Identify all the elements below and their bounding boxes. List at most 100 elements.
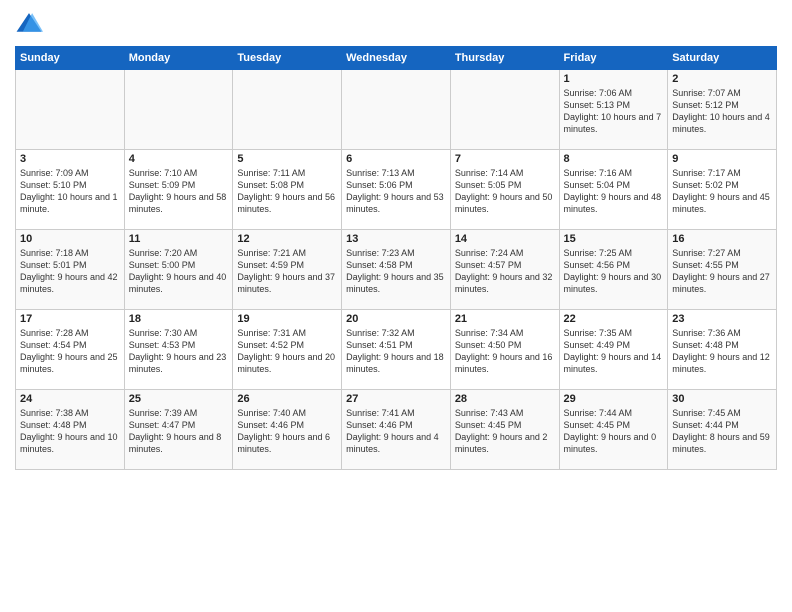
cell-info: Sunrise: 7:45 AM Sunset: 4:44 PM Dayligh… xyxy=(672,407,772,456)
calendar-cell: 9 Sunrise: 7:17 AM Sunset: 5:02 PM Daylig… xyxy=(668,150,777,230)
calendar-week-row: 1 Sunrise: 7:06 AM Sunset: 5:13 PM Daylig… xyxy=(16,70,777,150)
calendar-cell: 3 Sunrise: 7:09 AM Sunset: 5:10 PM Daylig… xyxy=(16,150,125,230)
calendar-cell: 7 Sunrise: 7:14 AM Sunset: 5:05 PM Daylig… xyxy=(450,150,559,230)
cell-info: Sunrise: 7:36 AM Sunset: 4:48 PM Dayligh… xyxy=(672,327,772,376)
calendar-table: SundayMondayTuesdayWednesdayThursdayFrid… xyxy=(15,46,777,470)
cell-day-number: 24 xyxy=(20,393,120,405)
calendar-header-thursday: Thursday xyxy=(450,47,559,70)
cell-info: Sunrise: 7:27 AM Sunset: 4:55 PM Dayligh… xyxy=(672,247,772,296)
calendar-cell: 4 Sunrise: 7:10 AM Sunset: 5:09 PM Daylig… xyxy=(124,150,233,230)
cell-info: Sunrise: 7:23 AM Sunset: 4:58 PM Dayligh… xyxy=(346,247,446,296)
cell-info: Sunrise: 7:20 AM Sunset: 5:00 PM Dayligh… xyxy=(129,247,229,296)
cell-day-number: 20 xyxy=(346,313,446,325)
calendar-cell: 11 Sunrise: 7:20 AM Sunset: 5:00 PM Dayli… xyxy=(124,230,233,310)
calendar-cell: 6 Sunrise: 7:13 AM Sunset: 5:06 PM Daylig… xyxy=(342,150,451,230)
cell-info: Sunrise: 7:31 AM Sunset: 4:52 PM Dayligh… xyxy=(237,327,337,376)
cell-day-number: 10 xyxy=(20,233,120,245)
cell-info: Sunrise: 7:34 AM Sunset: 4:50 PM Dayligh… xyxy=(455,327,555,376)
calendar-cell xyxy=(342,70,451,150)
calendar-cell xyxy=(233,70,342,150)
logo xyxy=(15,10,47,38)
cell-info: Sunrise: 7:18 AM Sunset: 5:01 PM Dayligh… xyxy=(20,247,120,296)
cell-info: Sunrise: 7:09 AM Sunset: 5:10 PM Dayligh… xyxy=(20,167,120,216)
calendar-cell xyxy=(450,70,559,150)
calendar-cell: 15 Sunrise: 7:25 AM Sunset: 4:56 PM Dayli… xyxy=(559,230,668,310)
cell-day-number: 25 xyxy=(129,393,229,405)
cell-day-number: 19 xyxy=(237,313,337,325)
cell-day-number: 11 xyxy=(129,233,229,245)
calendar-cell: 22Sunrise: 7:35 AM Sunset: 4:49 PM Dayli… xyxy=(559,310,668,390)
cell-day-number: 23 xyxy=(672,313,772,325)
cell-info: Sunrise: 7:25 AM Sunset: 4:56 PM Dayligh… xyxy=(564,247,664,296)
calendar-header-monday: Monday xyxy=(124,47,233,70)
calendar-cell: 12 Sunrise: 7:21 AM Sunset: 4:59 PM Dayli… xyxy=(233,230,342,310)
cell-info: Sunrise: 7:13 AM Sunset: 5:06 PM Dayligh… xyxy=(346,167,446,216)
calendar-header-friday: Friday xyxy=(559,47,668,70)
calendar-cell: 2 Sunrise: 7:07 AM Sunset: 5:12 PM Daylig… xyxy=(668,70,777,150)
cell-day-number: 29 xyxy=(564,393,664,405)
calendar-cell: 29 Sunrise: 7:44 AM Sunset: 4:45 PM Dayli… xyxy=(559,390,668,470)
cell-info: Sunrise: 7:10 AM Sunset: 5:09 PM Dayligh… xyxy=(129,167,229,216)
calendar-cell: 25 Sunrise: 7:39 AM Sunset: 4:47 PM Dayli… xyxy=(124,390,233,470)
cell-day-number: 12 xyxy=(237,233,337,245)
page: SundayMondayTuesdayWednesdayThursdayFrid… xyxy=(0,0,792,612)
calendar-cell: 30 Sunrise: 7:45 AM Sunset: 4:44 PM Dayli… xyxy=(668,390,777,470)
cell-info: Sunrise: 7:41 AM Sunset: 4:46 PM Dayligh… xyxy=(346,407,446,456)
cell-day-number: 26 xyxy=(237,393,337,405)
calendar-cell: 24 Sunrise: 7:38 AM Sunset: 4:48 PM Dayli… xyxy=(16,390,125,470)
cell-day-number: 15 xyxy=(564,233,664,245)
cell-info: Sunrise: 7:21 AM Sunset: 4:59 PM Dayligh… xyxy=(237,247,337,296)
cell-day-number: 2 xyxy=(672,73,772,85)
cell-info: Sunrise: 7:44 AM Sunset: 4:45 PM Dayligh… xyxy=(564,407,664,456)
calendar-header-wednesday: Wednesday xyxy=(342,47,451,70)
cell-info: Sunrise: 7:40 AM Sunset: 4:46 PM Dayligh… xyxy=(237,407,337,456)
cell-day-number: 6 xyxy=(346,153,446,165)
cell-info: Sunrise: 7:06 AM Sunset: 5:13 PM Dayligh… xyxy=(564,87,664,136)
cell-info: Sunrise: 7:14 AM Sunset: 5:05 PM Dayligh… xyxy=(455,167,555,216)
calendar-cell: 21 Sunrise: 7:34 AM Sunset: 4:50 PM Dayli… xyxy=(450,310,559,390)
cell-info: Sunrise: 7:07 AM Sunset: 5:12 PM Dayligh… xyxy=(672,87,772,136)
calendar-header-row: SundayMondayTuesdayWednesdayThursdayFrid… xyxy=(16,47,777,70)
cell-day-number: 28 xyxy=(455,393,555,405)
cell-day-number: 1 xyxy=(564,73,664,85)
calendar-cell: 19 Sunrise: 7:31 AM Sunset: 4:52 PM Dayli… xyxy=(233,310,342,390)
cell-info: Sunrise: 7:43 AM Sunset: 4:45 PM Dayligh… xyxy=(455,407,555,456)
cell-info: Sunrise: 7:30 AM Sunset: 4:53 PM Dayligh… xyxy=(129,327,229,376)
cell-day-number: 3 xyxy=(20,153,120,165)
cell-day-number: 14 xyxy=(455,233,555,245)
cell-info: Sunrise: 7:32 AM Sunset: 4:51 PM Dayligh… xyxy=(346,327,446,376)
header xyxy=(15,10,777,38)
cell-info: Sunrise: 7:17 AM Sunset: 5:02 PM Dayligh… xyxy=(672,167,772,216)
calendar-cell xyxy=(16,70,125,150)
calendar-cell: 5Sunrise: 7:11 AM Sunset: 5:08 PM Daylig… xyxy=(233,150,342,230)
calendar-cell xyxy=(124,70,233,150)
calendar-week-row: 24 Sunrise: 7:38 AM Sunset: 4:48 PM Dayli… xyxy=(16,390,777,470)
cell-day-number: 4 xyxy=(129,153,229,165)
cell-day-number: 21 xyxy=(455,313,555,325)
cell-day-number: 27 xyxy=(346,393,446,405)
calendar-cell: 13Sunrise: 7:23 AM Sunset: 4:58 PM Dayli… xyxy=(342,230,451,310)
calendar-header-sunday: Sunday xyxy=(16,47,125,70)
calendar-cell: 1 Sunrise: 7:06 AM Sunset: 5:13 PM Daylig… xyxy=(559,70,668,150)
cell-info: Sunrise: 7:38 AM Sunset: 4:48 PM Dayligh… xyxy=(20,407,120,456)
calendar-cell: 27 Sunrise: 7:41 AM Sunset: 4:46 PM Dayli… xyxy=(342,390,451,470)
calendar-cell: 16 Sunrise: 7:27 AM Sunset: 4:55 PM Dayli… xyxy=(668,230,777,310)
calendar-header-tuesday: Tuesday xyxy=(233,47,342,70)
cell-info: Sunrise: 7:16 AM Sunset: 5:04 PM Dayligh… xyxy=(564,167,664,216)
cell-day-number: 16 xyxy=(672,233,772,245)
cell-day-number: 30 xyxy=(672,393,772,405)
cell-day-number: 9 xyxy=(672,153,772,165)
calendar-cell: 17Sunrise: 7:28 AM Sunset: 4:54 PM Dayli… xyxy=(16,310,125,390)
cell-info: Sunrise: 7:11 AM Sunset: 5:08 PM Dayligh… xyxy=(237,167,337,216)
calendar-cell: 18Sunrise: 7:30 AM Sunset: 4:53 PM Dayli… xyxy=(124,310,233,390)
cell-info: Sunrise: 7:24 AM Sunset: 4:57 PM Dayligh… xyxy=(455,247,555,296)
calendar-week-row: 3 Sunrise: 7:09 AM Sunset: 5:10 PM Daylig… xyxy=(16,150,777,230)
cell-info: Sunrise: 7:39 AM Sunset: 4:47 PM Dayligh… xyxy=(129,407,229,456)
calendar-header-saturday: Saturday xyxy=(668,47,777,70)
logo-icon xyxy=(15,10,43,38)
cell-day-number: 7 xyxy=(455,153,555,165)
calendar-cell: 8Sunrise: 7:16 AM Sunset: 5:04 PM Daylig… xyxy=(559,150,668,230)
cell-day-number: 22 xyxy=(564,313,664,325)
cell-day-number: 17 xyxy=(20,313,120,325)
calendar-week-row: 17Sunrise: 7:28 AM Sunset: 4:54 PM Dayli… xyxy=(16,310,777,390)
